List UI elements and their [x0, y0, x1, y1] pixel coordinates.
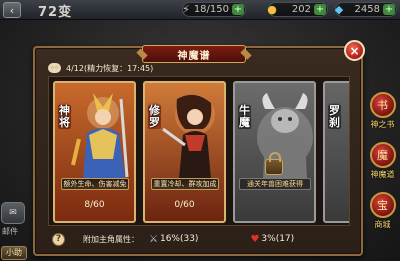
card-progress: 0/60 [174, 200, 195, 210]
gem-counter: ◆ 2458 + [335, 2, 397, 17]
stamina-value: 18/150 [193, 4, 229, 15]
hero-general-art [71, 93, 129, 179]
right-side-menu: 书 神之书 魔 神魔道 宝 商城 [365, 92, 400, 242]
close-button[interactable]: × [344, 40, 365, 61]
right-menu-item-demon-path[interactable]: 魔 神魔道 [365, 142, 400, 192]
card-name: 修罗 [148, 104, 161, 129]
right-menu-item-book[interactable]: 书 神之书 [365, 92, 400, 142]
demon-icon: 魔 [369, 142, 396, 168]
lightning-icon: ⚡ [182, 2, 190, 16]
mail-label: 邮件 [2, 227, 18, 236]
screen-title: 72变 [38, 5, 73, 20]
mail-icon: ✉ [9, 208, 17, 218]
help-button[interactable]: ? [52, 232, 65, 246]
attack-bonus-value: 16%(33) [159, 234, 199, 244]
panel-title: 神魔谱 [177, 50, 211, 62]
gold-counter: ● 202 + [267, 2, 328, 17]
stamina-counter: ⚡ 18/150 + [182, 2, 246, 17]
back-button[interactable]: ‹ [3, 2, 21, 18]
right-menu-label: 商城 [374, 220, 391, 229]
right-menu-label: 神之书 [370, 120, 395, 129]
transform-card-asura[interactable]: 修罗 重置冷却、群攻加成 0/60 [143, 81, 226, 223]
transform-card-bull-demon[interactable]: 牛魔 通关年兽困难获得 [233, 81, 316, 223]
transform-card-general[interactable]: 神将 额外生命、伤害减免 8/60 [53, 81, 136, 223]
back-arrow-icon: ‹ [9, 3, 15, 17]
card-name: 罗刹 [328, 104, 341, 129]
bonus-attributes-row: ? 附加主角属性： ⚔ 16%(33) ♥ 3%(17) [52, 232, 294, 246]
attack-bonus: ⚔ 16%(33) [149, 234, 198, 245]
stamina-info-row: ◦◦ 4/12(精力恢复：17:45) [48, 62, 153, 74]
gold-value: 202 [291, 4, 311, 15]
card-progress: 8/60 [84, 200, 105, 210]
card-list[interactable]: 神将 额外生命、伤害减免 8/60 修罗 重置冷却、群攻加成 0/60 牛魔 通… [48, 76, 350, 226]
add-gem-button[interactable]: + [383, 4, 395, 15]
top-bar: ‹ 72变 ⚡ 18/150 + ● 202 + ◆ 2458 + [0, 0, 400, 20]
card-skill-label: 重置冷却、群攻加成 [151, 178, 219, 190]
close-icon: × [349, 43, 360, 58]
mail-button[interactable]: ✉ [1, 202, 25, 224]
book-icon: 书 [369, 92, 396, 118]
bonus-label: 附加主角属性： [83, 234, 139, 244]
card-skill-label: 额外生命、伤害减免 [61, 178, 129, 190]
right-menu-label: 神魔道 [370, 170, 395, 179]
hero-asura-art [162, 94, 215, 179]
lock-icon [265, 152, 283, 175]
card-name: 神将 [58, 104, 71, 129]
treasure-icon: 宝 [369, 192, 396, 218]
panel-title-banner: 神魔谱 [142, 45, 246, 63]
add-stamina-button[interactable]: + [232, 4, 244, 15]
helper-button[interactable]: 小助 [1, 246, 27, 260]
energy-bun-icon: ◦◦ [48, 63, 61, 73]
card-name: 牛魔 [238, 104, 251, 129]
hp-bonus: ♥ 3%(17) [250, 234, 294, 245]
energy-recovery-text: 4/12(精力恢复：17:45) [66, 63, 154, 73]
diamond-icon: ◆ [334, 2, 344, 16]
crossed-swords-icon: ⚔ [149, 233, 158, 245]
right-menu-item-shop[interactable]: 宝 商城 [365, 192, 400, 242]
coin-icon: ● [267, 2, 277, 16]
hp-bonus-value: 3%(17) [261, 234, 295, 244]
add-gold-button[interactable]: + [314, 4, 326, 15]
question-icon: ? [55, 234, 62, 244]
gem-value: 2458 [354, 4, 380, 15]
card-unlock-hint: 通关年兽困难获得 [239, 178, 311, 190]
heart-icon: ♥ [250, 233, 260, 245]
transform-card-rakshasa[interactable]: 罗刹 [323, 81, 349, 223]
